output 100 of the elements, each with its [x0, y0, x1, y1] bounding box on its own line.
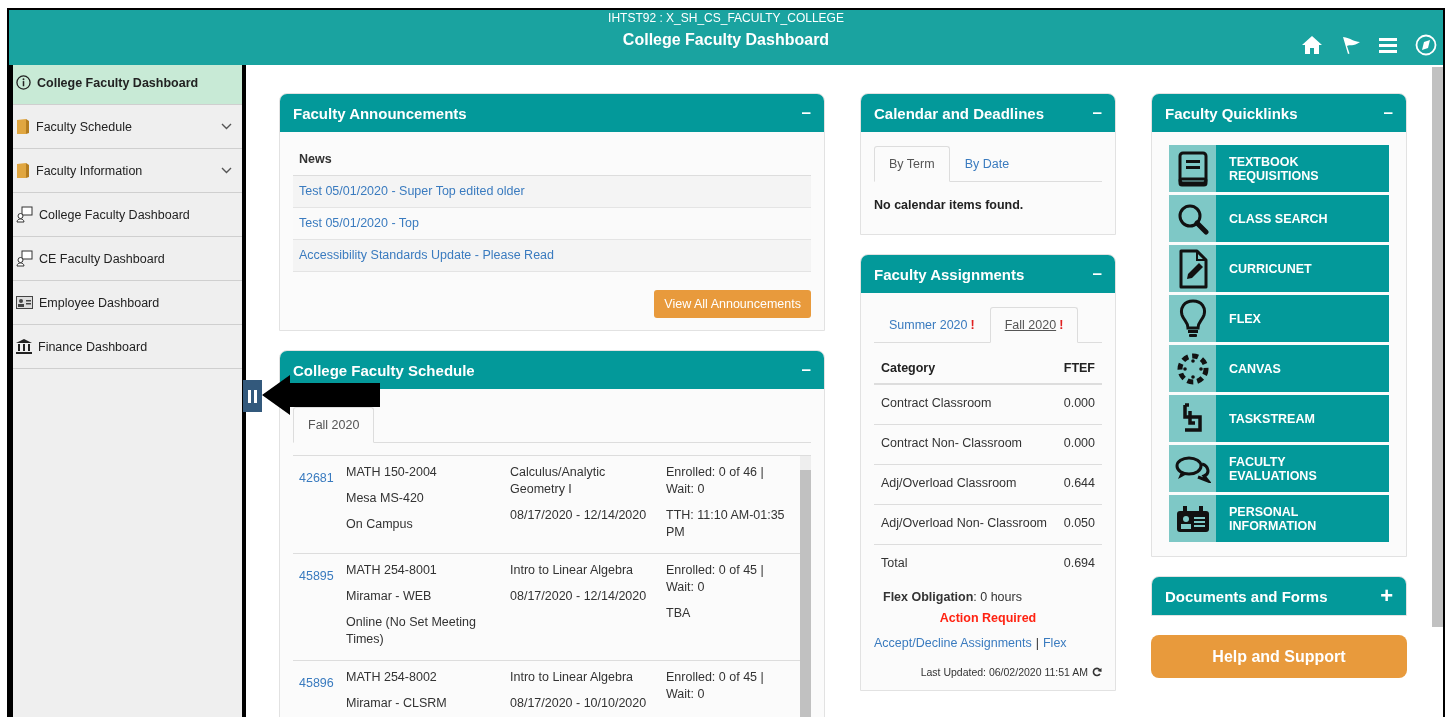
sidebar-label: Finance Dashboard	[38, 339, 149, 354]
panel-title: Faculty Announcements	[293, 104, 467, 122]
table-cell: Total	[874, 544, 1057, 584]
sidebar-label: CE Faculty Dashboard	[39, 251, 166, 266]
course-code: MATH 150-2004	[346, 464, 438, 481]
action-required-text: Action Required	[938, 610, 1038, 625]
course-dates: 08/17/2020 - 12/14/2020	[510, 588, 648, 605]
dashboard-icon	[16, 250, 33, 267]
class-number-link[interactable]: 45895	[299, 568, 346, 648]
table-cell: Contract Non- Classroom	[874, 424, 1057, 465]
quicklink-tile[interactable]: FLEX	[1169, 295, 1389, 342]
compass-icon[interactable]	[1415, 34, 1437, 56]
table-cell: 0.050	[1056, 504, 1102, 545]
quicklink-tile[interactable]: PERSONAL INFORMATION	[1169, 495, 1389, 542]
accept-decline-link[interactable]: Accept/Decline Assignments	[874, 636, 1032, 650]
collapse-toggle[interactable]: –	[1092, 103, 1102, 123]
term-tab[interactable]: Summer 2020 !	[874, 307, 990, 343]
view-all-button[interactable]: View All Announcements	[654, 290, 811, 318]
course-title: Calculus/Analytic Geometry I	[510, 464, 607, 498]
sidebar-item[interactable]: Faculty Information	[13, 149, 242, 193]
id-card-icon	[16, 296, 33, 309]
panel-title: Faculty Assignments	[874, 265, 1025, 283]
panel-title: Faculty Quicklinks	[1165, 104, 1298, 122]
chevron-down-icon[interactable]	[221, 167, 232, 174]
home-icon[interactable]	[1301, 35, 1323, 55]
dashboard-icon	[16, 206, 33, 223]
term-tab[interactable]: Fall 2020 !	[989, 307, 1079, 343]
sidebar-item[interactable]: Employee Dashboard	[13, 281, 242, 325]
sidebar-label: Faculty Information	[36, 163, 144, 178]
quicklink-tile[interactable]: CANVAS	[1169, 345, 1389, 392]
quicklink-tile[interactable]: CURRICUNET	[1169, 245, 1389, 292]
quicklink-tile[interactable]: TASKSTREAM	[1169, 395, 1389, 442]
collapse-toggle[interactable]: –	[801, 360, 811, 380]
course-code: MATH 254-8002	[346, 669, 438, 686]
page-title: College Faculty Dashboard	[622, 31, 830, 49]
dotted-ring-icon	[1176, 352, 1209, 385]
quicklink-tile[interactable]: FACULTY EVALUATIONS	[1169, 445, 1389, 492]
expand-toggle[interactable]: +	[1380, 583, 1393, 609]
course-location: Miramar - WEB	[346, 588, 433, 605]
course-title: Intro to Linear Algebra	[510, 669, 634, 686]
panel-title: College Faculty Schedule	[293, 361, 475, 379]
flex-obligation-text: Flex Obligation: 0 hours	[882, 589, 1023, 604]
column-header: FTEF	[1056, 351, 1102, 384]
collapse-handle[interactable]	[243, 380, 262, 412]
term-tab[interactable]: Fall 2020	[293, 407, 375, 443]
folder-icon	[16, 162, 30, 179]
info-icon	[16, 75, 31, 90]
search-icon	[1176, 202, 1209, 235]
lightbulb-icon	[1178, 298, 1207, 339]
collapse-toggle[interactable]: –	[801, 103, 811, 123]
link-separator: |	[1035, 636, 1039, 650]
sidebar-item[interactable]: Faculty Schedule	[13, 105, 242, 149]
enrollment-text: Enrolled: 0 of 45 | Wait: 0	[666, 669, 765, 703]
menu-icon[interactable]	[1379, 37, 1397, 53]
flag-icon[interactable]	[1341, 35, 1361, 55]
panel-title: Calendar and Deadlines	[874, 104, 1045, 122]
sidebar-label: Faculty Schedule	[36, 119, 133, 134]
calendar-tab[interactable]: By Date	[949, 146, 1025, 182]
news-link[interactable]: Test 05/01/2020 - Super Top edited older	[293, 176, 811, 208]
sidebar-item[interactable]: Finance Dashboard	[13, 325, 242, 369]
meeting-time: TTH: 11:10 AM-01:35 PM	[666, 507, 786, 541]
class-number-link[interactable]: 45896	[299, 675, 346, 712]
last-updated-text: Last Updated: 06/02/2020 11:51 AM	[920, 666, 1088, 678]
collapse-toggle[interactable]: –	[1092, 264, 1102, 284]
quicklink-tile[interactable]: TEXTBOOK REQUISITIONS	[1169, 145, 1389, 192]
help-button[interactable]: Help and Support	[1151, 635, 1407, 678]
course-title: Intro to Linear Algebra	[510, 562, 634, 579]
course-location: Miramar - CLSRM	[346, 695, 448, 712]
sidebar-item[interactable]: CE Faculty Dashboard	[13, 237, 242, 281]
folder-icon	[16, 118, 30, 135]
page-scrollbar[interactable]	[1432, 67, 1443, 627]
course-location: Mesa MS-420	[346, 490, 425, 507]
course-dates: 08/17/2020 - 10/10/2020	[510, 695, 648, 712]
refresh-icon[interactable]	[1092, 667, 1102, 677]
column-header: Category	[874, 351, 1057, 384]
bank-icon	[16, 339, 32, 354]
chevron-down-icon[interactable]	[221, 123, 232, 130]
table-cell: Adj/Overload Non- Classroom	[874, 504, 1057, 545]
meeting-time: TBA	[666, 605, 692, 622]
news-link[interactable]: Accessibility Standards Update - Please Read	[293, 240, 811, 272]
book-icon	[1176, 150, 1209, 187]
calendar-tab[interactable]: By Term	[874, 146, 950, 182]
document-pencil-icon	[1177, 248, 1208, 289]
scrollbar[interactable]	[800, 456, 811, 717]
table-cell: 0.000	[1056, 424, 1102, 465]
panel-title: Documents and Forms	[1165, 587, 1328, 605]
table-cell: 0.694	[1056, 544, 1102, 584]
header-subtitle: IHTST92 : X_SH_CS_FACULTY_COLLEGE	[608, 11, 844, 25]
empty-message: No calendar items found.	[874, 197, 1025, 214]
speech-bubbles-icon	[1174, 454, 1211, 483]
id-card-icon	[1175, 504, 1210, 533]
table-cell: 0.000	[1056, 384, 1102, 425]
quicklink-tile[interactable]: CLASS SEARCH	[1169, 195, 1389, 242]
collapse-toggle[interactable]: –	[1383, 103, 1393, 123]
flex-link[interactable]: Flex	[1042, 636, 1067, 650]
sidebar-item[interactable]: College Faculty Dashboard	[13, 193, 242, 237]
enrollment-text: Enrolled: 0 of 46 | Wait: 0	[666, 464, 765, 498]
class-number-link[interactable]: 42681	[299, 470, 346, 541]
enrollment-text: Enrolled: 0 of 45 | Wait: 0	[666, 562, 765, 596]
course-code: MATH 254-8001	[346, 562, 438, 579]
